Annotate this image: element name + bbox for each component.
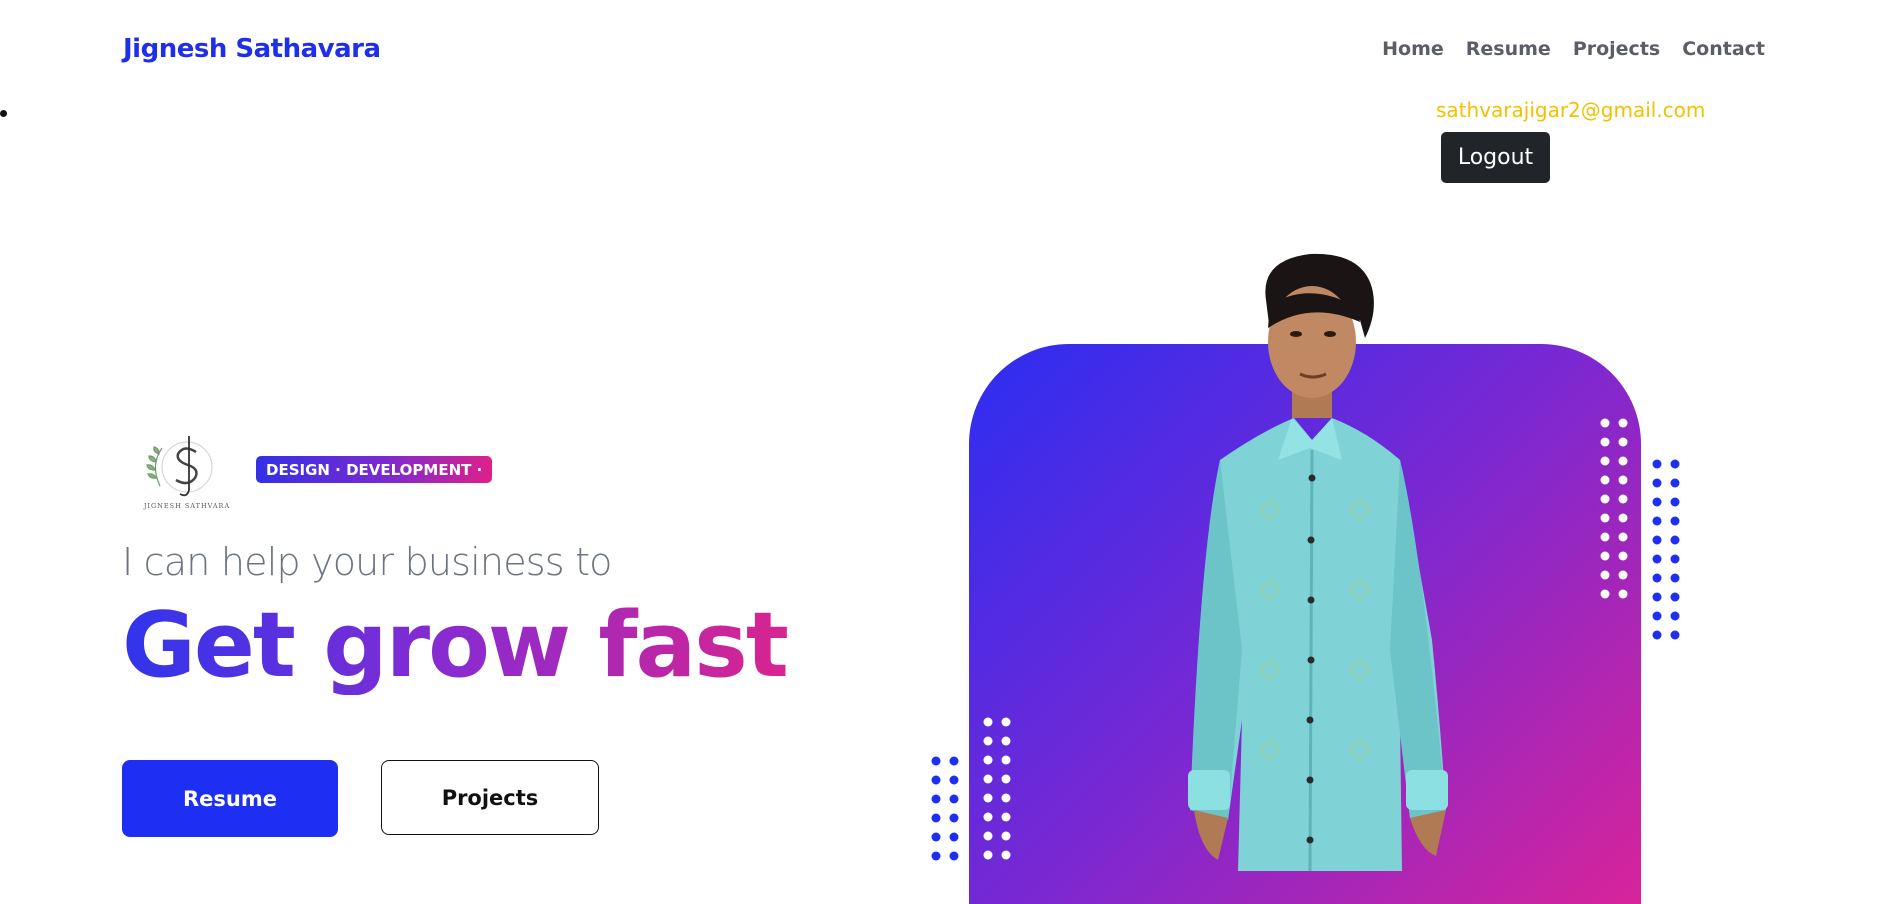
- nav-projects[interactable]: Projects: [1573, 38, 1660, 60]
- brand-logo-text[interactable]: Jignesh Sathavara: [123, 34, 381, 64]
- nav-contact[interactable]: Contact: [1682, 38, 1765, 60]
- main-nav: Home Resume Projects Contact: [1382, 38, 1765, 60]
- dot-pattern-blue-left: [931, 756, 959, 861]
- hero-subtitle: I can help your business to: [122, 540, 612, 584]
- user-email: sathvarajigar2@gmail.com: [1436, 98, 1706, 122]
- logo-caption: JIGNESH SATHVARA: [143, 502, 230, 510]
- nav-home[interactable]: Home: [1382, 38, 1444, 60]
- leaf-wreath-icon: [146, 446, 163, 487]
- hero-headline: Get grow fast: [122, 593, 789, 698]
- dot-pattern-white-right: [1600, 418, 1628, 599]
- design-development-badge: DESIGN · DEVELOPMENT ·: [256, 456, 493, 483]
- projects-button[interactable]: Projects: [381, 760, 599, 835]
- logout-button[interactable]: Logout: [1441, 132, 1550, 183]
- nav-resume[interactable]: Resume: [1466, 38, 1551, 60]
- dot-pattern-blue-right: [1652, 459, 1680, 640]
- monogram-logo-icon: JIGNESH SATHVARA: [143, 436, 230, 510]
- list-bullet: [0, 110, 7, 117]
- resume-button[interactable]: Resume: [122, 760, 338, 837]
- profile-photo: [1188, 253, 1448, 871]
- dot-pattern-white-left: [983, 717, 1011, 860]
